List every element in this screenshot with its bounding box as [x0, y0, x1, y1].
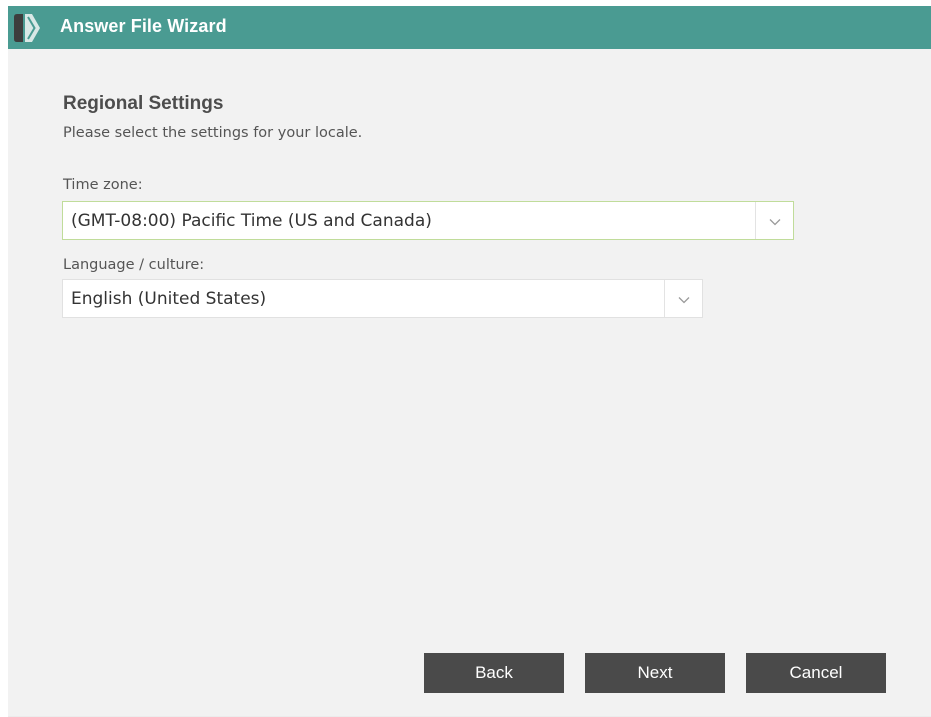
language-select[interactable]: English (United States)	[62, 279, 703, 318]
cancel-button[interactable]: Cancel	[746, 653, 886, 693]
page-heading: Regional Settings	[63, 93, 224, 114]
window-title: Answer File Wizard	[60, 16, 227, 36]
wizard-window: Answer File Wizard Regional Settings Ple…	[8, 6, 931, 717]
chevron-down-icon	[769, 211, 781, 230]
time-zone-dropdown-button[interactable]	[755, 202, 793, 239]
language-dropdown-button[interactable]	[664, 280, 702, 317]
time-zone-value: (GMT-08:00) Pacific Time (US and Canada)	[71, 211, 432, 231]
time-zone-select[interactable]: (GMT-08:00) Pacific Time (US and Canada)	[62, 201, 794, 240]
wizard-chevron-icon	[14, 14, 46, 42]
back-button[interactable]: Back	[424, 653, 564, 693]
time-zone-label: Time zone:	[63, 177, 143, 193]
title-bar: Answer File Wizard	[8, 6, 931, 49]
language-label: Language / culture:	[63, 257, 205, 273]
chevron-down-icon	[678, 289, 690, 308]
language-value: English (United States)	[71, 289, 267, 309]
next-button[interactable]: Next	[585, 653, 725, 693]
page-subheading: Please select the settings for your loca…	[63, 125, 363, 141]
